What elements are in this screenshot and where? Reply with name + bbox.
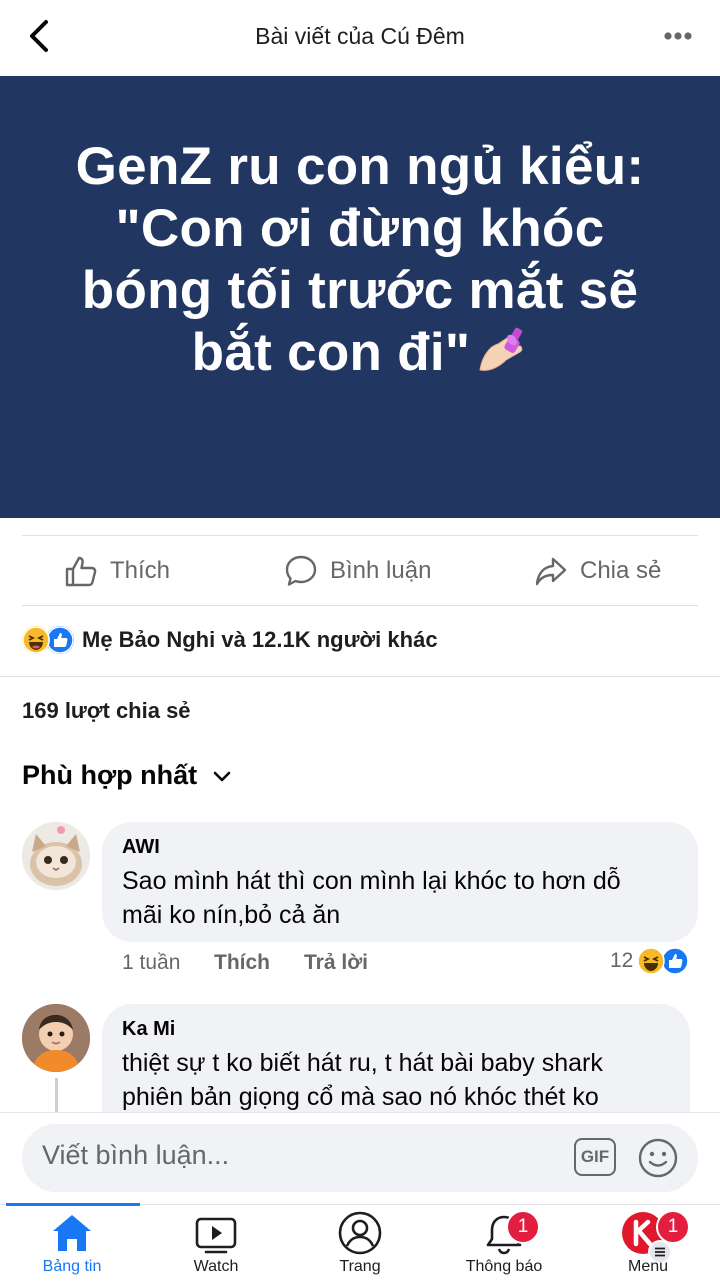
commenter-name[interactable]: AWI	[122, 836, 160, 859]
post-line: bóng tối trước mắt sẽ	[81, 261, 639, 320]
tab-label: Trang	[339, 1258, 381, 1275]
thread-line	[55, 1078, 58, 1112]
more-options-button[interactable]	[660, 22, 700, 50]
comment-line: mãi ko nín,bỏ cả ăn	[122, 901, 341, 929]
like-icon	[661, 947, 690, 975]
avatar[interactable]	[22, 822, 90, 890]
gif-label: GIF	[574, 1138, 616, 1176]
comment-text: Sao mình hát thì con mình lại khóc to hơ…	[122, 864, 692, 932]
avatar[interactable]	[22, 1004, 90, 1072]
comment-reactions[interactable]: 12	[610, 947, 690, 975]
like-button[interactable]: Thích	[64, 537, 170, 605]
watch-icon	[195, 1217, 237, 1254]
home-icon	[53, 1215, 91, 1251]
commenter-name[interactable]: Ka Mi	[122, 1018, 175, 1041]
emoji-button[interactable]	[636, 1136, 680, 1180]
comment-input-placeholder: Viết bình luận...	[42, 1140, 230, 1170]
comment-text: thiệt sự t ko biết hát ru, t hát bài bab…	[122, 1046, 687, 1114]
nail-polish-icon	[476, 326, 528, 390]
page-title: Bài viết của Cú Đêm	[255, 23, 465, 49]
comment-like-link[interactable]: Thích	[214, 951, 270, 975]
divider	[0, 676, 720, 677]
comment-time: 1 tuần	[122, 951, 181, 974]
post-line: GenZ ru con ngủ kiểu:	[75, 137, 645, 196]
share-arrow-icon	[535, 557, 567, 586]
notification-badge: 1	[506, 1210, 540, 1244]
smiley-icon	[638, 1138, 678, 1178]
like-label: Thích	[110, 557, 171, 584]
tab-profile[interactable]: Trang	[288, 1206, 432, 1280]
reactions-summary[interactable]: Mẹ Bảo Nghi và 12.1K người khác	[22, 620, 438, 660]
tab-label: Menu	[627, 1258, 669, 1275]
tab-label: Thông báo	[465, 1258, 543, 1275]
menu-badge: 1	[656, 1210, 690, 1244]
comment-line: thiệt sự t ko biết hát ru, t hát bài bab…	[122, 1049, 603, 1077]
comment-label: Bình luận	[330, 557, 432, 584]
comment-icon	[285, 555, 317, 586]
chevron-down-icon	[213, 771, 231, 781]
tab-notifications[interactable]: 1 Thông báo	[432, 1206, 576, 1280]
sort-label: Phù hợp nhất	[22, 760, 198, 790]
comment-reply-link[interactable]: Trả lời	[304, 951, 368, 975]
comment-line: Sao mình hát thì con mình lại khóc to hơ…	[122, 867, 621, 895]
share-label: Chia sẻ	[580, 557, 662, 584]
post-line: "Con ơi đừng khóc	[115, 199, 605, 258]
baby-avatar-icon	[22, 1004, 90, 1072]
cat-avatar-icon	[22, 822, 90, 890]
share-count[interactable]: 169 lượt chia sẻ	[22, 698, 191, 724]
thumbs-up-icon	[65, 556, 97, 587]
like-icon	[46, 626, 74, 654]
gif-button[interactable]: GIF	[574, 1138, 618, 1178]
comment-bubble[interactable]: AWI Sao mình hát thì con mình lại khóc t…	[102, 822, 698, 942]
sort-dropdown[interactable]: Phù hợp nhất	[22, 760, 235, 791]
post-line: bắt con đi"	[191, 323, 471, 382]
haha-icon	[637, 947, 666, 975]
back-button[interactable]	[22, 14, 62, 58]
share-button[interactable]: Chia sẻ	[534, 537, 661, 605]
tab-home[interactable]: Bảng tin	[0, 1206, 144, 1280]
comment-button[interactable]: Bình luận	[284, 537, 431, 605]
haha-icon	[22, 626, 50, 654]
divider	[22, 535, 698, 536]
chevron-left-icon	[30, 20, 48, 52]
top-bar: Bài viết của Cú Đêm	[0, 0, 720, 76]
post-text-card[interactable]: GenZ ru con ngủ kiểu: "Con ơi đừng khóc …	[0, 76, 720, 518]
more-horizontal-icon	[664, 32, 692, 40]
reactions-text: Mẹ Bảo Nghi và 12.1K người khác	[82, 627, 438, 652]
tab-watch[interactable]: Watch	[144, 1206, 288, 1280]
post-text: GenZ ru con ngủ kiểu: "Con ơi đừng khóc …	[40, 136, 680, 390]
tab-label: Bảng tin	[42, 1258, 102, 1275]
profile-icon	[338, 1211, 382, 1255]
tab-label: Watch	[193, 1258, 239, 1275]
tab-menu[interactable]: 1 Menu	[576, 1206, 720, 1280]
comment-line: phiên bản giọng cổ mà sao nó khóc thét k…	[122, 1083, 599, 1111]
divider	[22, 605, 698, 606]
comment-reaction-count: 12	[610, 949, 634, 972]
